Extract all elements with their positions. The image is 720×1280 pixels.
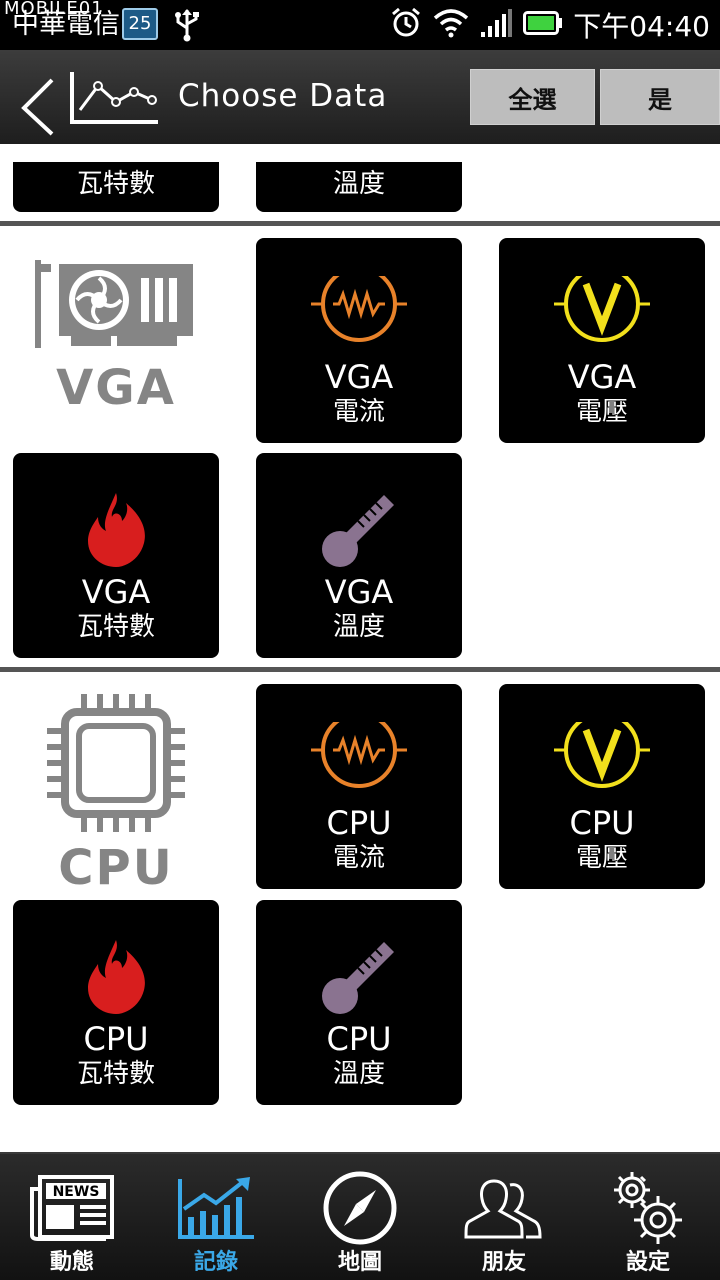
clock: 下午04:40 [573, 10, 710, 43]
status-bar: MOBILE01 中華電信 25 下午04:40 [0, 0, 720, 50]
back-arrow-icon [21, 78, 54, 136]
nav-label: 設定 [625, 1250, 670, 1275]
category-cpu: CPU [13, 692, 219, 896]
option-card-vga-voltage[interactable]: VGA 電壓 [499, 238, 705, 443]
nav-label: 地圖 [337, 1250, 382, 1275]
app-screen: MOBILE01 中華電信 25 下午04:40 Choose Data 全選 … [0, 0, 720, 1280]
option-card-vga-temperature[interactable]: VGA 溫度 [256, 453, 462, 658]
option-label: 瓦特數 [76, 1059, 155, 1089]
chart-logo-icon [68, 70, 160, 130]
option-card-partial-watts[interactable]: 瓦特數 [13, 162, 219, 212]
option-label: 電流 [332, 397, 385, 427]
option-label: 溫度 [332, 612, 385, 642]
wifi-icon [433, 8, 469, 42]
option-label: 電壓 [575, 843, 628, 873]
compass-icon [288, 1168, 432, 1248]
option-label: 電壓 [575, 397, 628, 427]
page-title: Choose Data [178, 78, 388, 114]
option-card-partial-temperature[interactable]: 溫度 [256, 162, 462, 212]
category-label: CPU [58, 840, 174, 896]
svg-text:NEWS: NEWS [53, 1184, 100, 1200]
battery-icon [523, 10, 563, 40]
option-card-cpu-current[interactable]: CPU 電流 [256, 684, 462, 889]
select-all-button[interactable]: 全選 [470, 69, 595, 125]
option-card-vga-current[interactable]: VGA 電流 [256, 238, 462, 443]
option-label: 溫度 [332, 1059, 385, 1089]
confirm-button[interactable]: 是 [600, 69, 720, 125]
option-card-vga-watts[interactable]: VGA 瓦特數 [13, 453, 219, 658]
option-label: 瓦特數 [76, 612, 155, 642]
voltage-icon [499, 276, 705, 366]
option-card-cpu-watts[interactable]: CPU 瓦特數 [13, 900, 219, 1105]
option-title: VGA [324, 358, 394, 396]
option-title: VGA [567, 358, 637, 396]
thermometer-icon [256, 938, 462, 1028]
option-card-cpu-temperature[interactable]: CPU 溫度 [256, 900, 462, 1105]
category-label: VGA [56, 360, 176, 416]
alarm-icon [389, 6, 423, 44]
category-vga: VGA [13, 256, 219, 416]
usb-icon [172, 8, 202, 46]
signal-icon [479, 8, 513, 42]
calendar-icon: 25 [122, 8, 158, 40]
option-title: CPU [326, 1020, 392, 1058]
bottom-navigation: NEWS 動態 記錄 地圖 朋友 設定 [0, 1152, 720, 1280]
nav-item-settings[interactable]: 設定 [576, 1154, 720, 1280]
section-divider [0, 667, 720, 672]
nav-label: 動態 [49, 1250, 94, 1275]
nav-item-news[interactable]: NEWS 動態 [0, 1154, 144, 1280]
option-title: CPU [326, 804, 392, 842]
chart-icon [144, 1168, 288, 1248]
current-icon [256, 722, 462, 812]
option-label: 瓦特數 [76, 169, 155, 199]
section-divider [0, 221, 720, 226]
carrier-name: 中華電信 [12, 9, 120, 40]
friends-icon [432, 1168, 576, 1248]
nav-item-friends[interactable]: 朋友 [432, 1154, 576, 1280]
option-title: CPU [569, 804, 635, 842]
gear-icon [576, 1168, 720, 1248]
option-card-cpu-voltage[interactable]: CPU 電壓 [499, 684, 705, 889]
back-button[interactable] [18, 76, 58, 140]
nav-label: 朋友 [481, 1250, 526, 1275]
fire-icon [13, 938, 219, 1028]
app-header: Choose Data 全選 是 [0, 50, 720, 144]
data-list[interactable]: 瓦特數 溫度 VGA VGA 電流 VGA 電壓 VGA 瓦特數 VGA 溫度 … [0, 144, 720, 1152]
news-icon: NEWS [0, 1168, 144, 1248]
fire-icon [13, 491, 219, 581]
option-title: CPU [83, 1020, 149, 1058]
option-title: VGA [324, 573, 394, 611]
nav-label: 記錄 [193, 1250, 238, 1275]
status-icons: 下午04:40 [389, 6, 710, 44]
option-title: VGA [81, 573, 151, 611]
calendar-day: 25 [128, 13, 152, 34]
nav-item-map[interactable]: 地圖 [288, 1154, 432, 1280]
nav-item-records[interactable]: 記錄 [144, 1154, 288, 1280]
cpu-chip-icon [47, 694, 185, 832]
voltage-icon [499, 722, 705, 812]
option-label: 電流 [332, 843, 385, 873]
option-label: 溫度 [332, 169, 385, 199]
graphics-card-icon [35, 260, 193, 348]
current-icon [256, 276, 462, 366]
thermometer-icon [256, 491, 462, 581]
